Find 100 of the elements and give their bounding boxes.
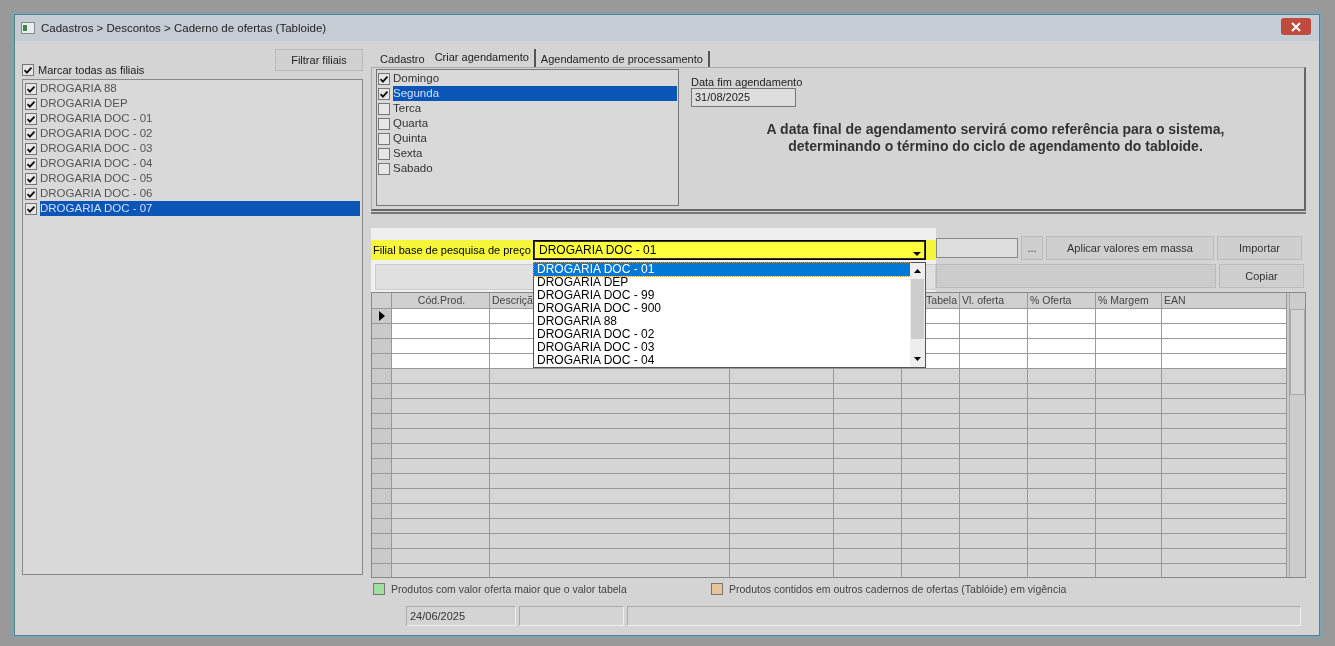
table-cell	[834, 519, 902, 534]
current-row-icon	[378, 311, 385, 321]
checkbox[interactable]	[25, 142, 37, 155]
table-cell	[902, 504, 960, 519]
table-cell	[1096, 549, 1162, 564]
branch-item[interactable]: DROGARIA DOC - 04	[40, 156, 360, 171]
weekday-item[interactable]: Terca	[393, 101, 677, 116]
scrollbar[interactable]	[1289, 293, 1305, 577]
table-cell	[960, 384, 1028, 399]
tab[interactable]: Cadastro	[375, 51, 430, 67]
table-cell	[834, 489, 902, 504]
weekday-item[interactable]: Segunda	[393, 86, 677, 101]
checkbox[interactable]	[25, 82, 37, 95]
branch-item[interactable]: DROGARIA 88	[40, 81, 360, 96]
branch-item[interactable]: DROGARIA DOC - 05	[40, 171, 360, 186]
table-cell	[1028, 489, 1096, 504]
checkbox[interactable]	[25, 172, 37, 185]
table-cell	[1096, 369, 1162, 384]
tab[interactable]: Agendamento de processamento	[535, 51, 710, 67]
table-cell	[902, 429, 960, 444]
row-header[interactable]	[372, 309, 392, 324]
dropdown-option[interactable]: DROGARIA 88	[534, 315, 910, 328]
branch-item[interactable]: DROGARIA DEP	[40, 96, 360, 111]
status-date: 24/06/2025	[406, 606, 516, 626]
table-cell	[1028, 309, 1096, 324]
column-header[interactable]: % Oferta	[1028, 293, 1096, 309]
column-header[interactable]: EAN	[1162, 293, 1287, 309]
apply-values-button[interactable]: Aplicar valores em massa	[1046, 236, 1214, 260]
checkbox[interactable]	[25, 97, 37, 110]
branch-item[interactable]: DROGARIA DOC - 03	[40, 141, 360, 156]
table-cell	[960, 339, 1028, 354]
close-icon[interactable]	[1291, 21, 1301, 32]
dropdown-option[interactable]: DROGARIA DOC - 03	[534, 341, 910, 354]
dropdown-option[interactable]: DROGARIA DEP	[534, 276, 910, 289]
weekday-item[interactable]: Quarta	[393, 116, 677, 131]
weekday-item[interactable]: Sabado	[393, 161, 677, 176]
table-cell	[1096, 309, 1162, 324]
select-all-label: Marcar todas as filiais	[38, 64, 145, 76]
table-cell	[1096, 459, 1162, 474]
table-cell	[902, 534, 960, 549]
scrollbar[interactable]	[910, 263, 925, 367]
checkbox[interactable]	[378, 117, 390, 130]
branch-item[interactable]: DROGARIA DOC - 02	[40, 126, 360, 141]
weekday-item[interactable]: Sexta	[393, 146, 677, 161]
table-cell	[834, 564, 902, 577]
column-header[interactable]: Cód.Prod.	[392, 293, 490, 309]
table-cell	[1028, 339, 1096, 354]
table-cell	[834, 549, 902, 564]
checkbox[interactable]	[378, 72, 390, 85]
column-header[interactable]: % Margem	[1096, 293, 1162, 309]
dropdown-option[interactable]: DROGARIA DOC - 02	[534, 328, 910, 341]
app-icon	[21, 22, 35, 34]
table-cell	[1028, 369, 1096, 384]
weekday-item[interactable]: Domingo	[393, 71, 677, 86]
table-cell	[1028, 474, 1096, 489]
dropdown-option[interactable]: DROGARIA DOC - 01	[534, 263, 910, 276]
table-cell	[834, 459, 902, 474]
checkbox[interactable]	[25, 202, 37, 215]
checkbox[interactable]	[378, 87, 390, 100]
checkbox[interactable]	[378, 132, 390, 145]
table-cell	[1096, 354, 1162, 369]
checkbox[interactable]	[22, 64, 34, 76]
table-cell	[1096, 399, 1162, 414]
checkbox[interactable]	[25, 187, 37, 200]
browse-button[interactable]: ...	[1021, 236, 1043, 260]
close-button[interactable]	[1281, 18, 1311, 35]
table-cell	[1028, 324, 1096, 339]
table-cell	[902, 414, 960, 429]
table-cell	[834, 504, 902, 519]
table-cell	[1028, 564, 1096, 577]
weekday-item[interactable]: Quinta	[393, 131, 677, 146]
end-date-field[interactable]: 31/08/2025	[691, 88, 796, 107]
copy-button[interactable]: Copiar	[1219, 264, 1304, 288]
table-cell	[1096, 444, 1162, 459]
branch-item[interactable]: DROGARIA DOC - 06	[40, 186, 360, 201]
column-header[interactable]: Vl. oferta	[960, 293, 1028, 309]
input-field[interactable]	[936, 238, 1018, 258]
table-cell	[1028, 444, 1096, 459]
checkbox[interactable]	[378, 147, 390, 160]
checkbox[interactable]	[378, 162, 390, 175]
table-cell	[960, 534, 1028, 549]
table-cell	[902, 549, 960, 564]
filter-branches-button[interactable]: Filtrar filiais	[275, 49, 363, 71]
price-branch-combo[interactable]: DROGARIA DOC - 01	[533, 240, 926, 260]
table-cell	[960, 429, 1028, 444]
legend-label: Produtos com valor oferta maior que o valor tabela	[391, 583, 627, 595]
branch-item[interactable]: DROGARIA DOC - 01	[40, 111, 360, 126]
table-cell	[1096, 429, 1162, 444]
table-cell	[1096, 534, 1162, 549]
checkbox[interactable]	[25, 157, 37, 170]
checkbox[interactable]	[25, 127, 37, 140]
table-cell	[902, 474, 960, 489]
table-cell	[1028, 534, 1096, 549]
table-cell	[1096, 414, 1162, 429]
dropdown-option[interactable]: DROGARIA DOC - 04	[534, 354, 910, 367]
table-cell	[1096, 324, 1162, 339]
branch-item[interactable]: DROGARIA DOC - 07	[40, 201, 360, 216]
checkbox[interactable]	[25, 112, 37, 125]
import-button[interactable]: Importar	[1217, 236, 1302, 260]
checkbox[interactable]	[378, 102, 390, 115]
